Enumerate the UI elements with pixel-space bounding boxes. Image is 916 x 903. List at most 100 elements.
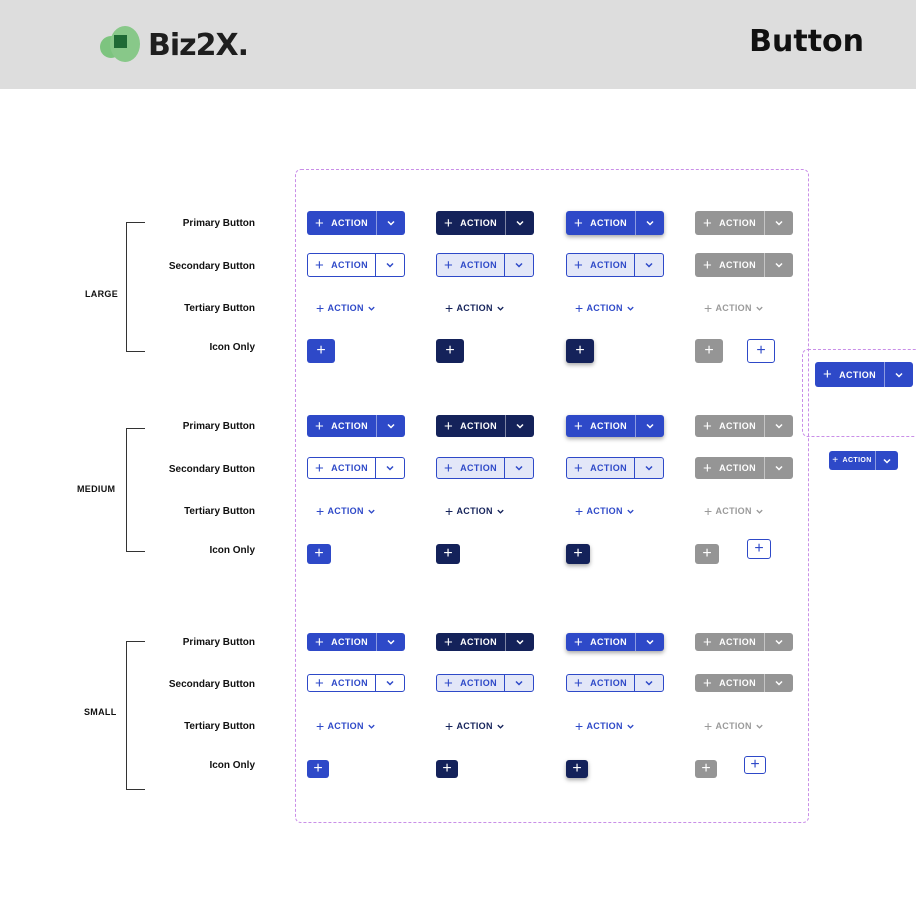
primary-button-medium-hover[interactable]: + ACTION bbox=[566, 415, 664, 437]
secondary-button-small-disabled[interactable]: + ACTION bbox=[695, 674, 793, 692]
icon-only-button-large-default[interactable]: + bbox=[307, 339, 335, 363]
icon-only-button-large-pressed[interactable]: + bbox=[436, 339, 464, 363]
tertiary-button-small-hover[interactable]: + ACTION bbox=[575, 719, 635, 733]
primary-button-large-hover[interactable]: + ACTION bbox=[566, 211, 664, 235]
button-main[interactable]: + ACTION bbox=[437, 458, 504, 478]
button-main[interactable]: + ACTION bbox=[436, 211, 505, 235]
icon-only-button-medium-default[interactable]: + bbox=[307, 544, 331, 564]
dropdown-toggle[interactable] bbox=[635, 211, 664, 235]
button-main[interactable]: + ACTION bbox=[567, 254, 634, 276]
primary-button-large-default[interactable]: + ACTION bbox=[307, 211, 405, 235]
button-main[interactable]: + ACTION bbox=[308, 254, 375, 276]
button-main[interactable]: + ACTION bbox=[566, 211, 635, 235]
primary-button-medium-pressed[interactable]: + ACTION bbox=[436, 415, 534, 437]
primary-button-large-disabled[interactable]: + ACTION bbox=[695, 211, 793, 235]
dropdown-toggle[interactable] bbox=[505, 633, 534, 651]
icon-only-button-large-hover[interactable]: + bbox=[566, 339, 594, 363]
secondary-button-medium-disabled[interactable]: + ACTION bbox=[695, 457, 793, 479]
button-main[interactable]: + ACTION bbox=[695, 253, 764, 277]
primary-button-small-pressed[interactable]: + ACTION bbox=[436, 633, 534, 651]
button-main[interactable]: + ACTION bbox=[436, 633, 505, 651]
dropdown-toggle[interactable] bbox=[634, 254, 663, 276]
tertiary-button-medium-disabled[interactable]: + ACTION bbox=[704, 504, 764, 518]
secondary-button-small-hover[interactable]: + ACTION bbox=[566, 674, 664, 692]
dropdown-toggle[interactable] bbox=[635, 633, 664, 651]
secondary-button-small-default[interactable]: + ACTION bbox=[307, 674, 405, 692]
primary-button-small-hover[interactable]: + ACTION bbox=[566, 633, 664, 651]
button-main[interactable]: + ACTION bbox=[567, 675, 634, 691]
icon-only-outline-button-small[interactable]: + bbox=[744, 756, 766, 774]
secondary-button-large-pressed[interactable]: + ACTION bbox=[436, 253, 534, 277]
dropdown-toggle[interactable] bbox=[764, 457, 793, 479]
secondary-button-large-default[interactable]: + ACTION bbox=[307, 253, 405, 277]
dropdown-toggle[interactable] bbox=[504, 254, 533, 276]
icon-only-outline-button-large[interactable]: + bbox=[747, 339, 775, 363]
dropdown-toggle[interactable] bbox=[634, 675, 663, 691]
tertiary-button-small-disabled[interactable]: + ACTION bbox=[704, 719, 764, 733]
icon-only-button-medium-pressed[interactable]: + bbox=[436, 544, 460, 564]
secondary-button-medium-hover[interactable]: + ACTION bbox=[566, 457, 664, 479]
button-main[interactable]: + ACTION bbox=[308, 458, 375, 478]
button-main[interactable]: + ACTION bbox=[436, 415, 505, 437]
button-main[interactable]: + ACTION bbox=[437, 254, 504, 276]
button-main[interactable]: + ACTION bbox=[695, 415, 764, 437]
icon-only-outline-button-medium[interactable]: + bbox=[747, 539, 771, 559]
tertiary-button-large-pressed[interactable]: + ACTION bbox=[445, 301, 505, 315]
button-main[interactable]: + ACTION bbox=[566, 415, 635, 437]
primary-button-sample-large[interactable]: + ACTION bbox=[815, 362, 913, 387]
secondary-button-large-disabled[interactable]: + ACTION bbox=[695, 253, 793, 277]
button-main[interactable]: + ACTION bbox=[815, 362, 884, 387]
dropdown-toggle[interactable] bbox=[376, 211, 405, 235]
dropdown-toggle[interactable] bbox=[634, 458, 663, 478]
dropdown-toggle[interactable] bbox=[504, 675, 533, 691]
primary-button-small-disabled[interactable]: + ACTION bbox=[695, 633, 793, 651]
tertiary-button-small-default[interactable]: + ACTION bbox=[316, 719, 376, 733]
secondary-button-medium-default[interactable]: + ACTION bbox=[307, 457, 405, 479]
dropdown-toggle[interactable] bbox=[884, 362, 913, 387]
dropdown-toggle[interactable] bbox=[764, 211, 793, 235]
dropdown-toggle[interactable] bbox=[376, 415, 405, 437]
dropdown-toggle[interactable] bbox=[375, 458, 404, 478]
primary-button-small-default[interactable]: + ACTION bbox=[307, 633, 405, 651]
secondary-button-large-hover[interactable]: + ACTION bbox=[566, 253, 664, 277]
dropdown-toggle[interactable] bbox=[764, 633, 793, 651]
button-main[interactable]: + ACTION bbox=[307, 211, 376, 235]
dropdown-toggle[interactable] bbox=[376, 633, 405, 651]
button-main[interactable]: + ACTION bbox=[307, 633, 376, 651]
icon-only-button-medium-disabled[interactable]: + bbox=[695, 544, 719, 564]
icon-only-button-small-hover[interactable]: + bbox=[566, 760, 588, 778]
tertiary-button-large-disabled[interactable]: + ACTION bbox=[704, 301, 764, 315]
tertiary-button-large-hover[interactable]: + ACTION bbox=[575, 301, 635, 315]
dropdown-toggle[interactable] bbox=[635, 415, 664, 437]
button-main[interactable]: + ACTION bbox=[695, 674, 764, 692]
dropdown-toggle[interactable] bbox=[505, 415, 534, 437]
dropdown-toggle[interactable] bbox=[875, 451, 898, 470]
primary-button-medium-disabled[interactable]: + ACTION bbox=[695, 415, 793, 437]
icon-only-button-large-disabled[interactable]: + bbox=[695, 339, 723, 363]
dropdown-toggle[interactable] bbox=[764, 253, 793, 277]
tertiary-button-small-pressed[interactable]: + ACTION bbox=[445, 719, 505, 733]
dropdown-toggle[interactable] bbox=[764, 674, 793, 692]
tertiary-button-medium-pressed[interactable]: + ACTION bbox=[445, 504, 505, 518]
secondary-button-small-pressed[interactable]: + ACTION bbox=[436, 674, 534, 692]
dropdown-toggle[interactable] bbox=[505, 211, 534, 235]
button-main[interactable]: + ACTION bbox=[566, 633, 635, 651]
dropdown-toggle[interactable] bbox=[375, 675, 404, 691]
button-main[interactable]: + ACTION bbox=[695, 211, 764, 235]
button-main[interactable]: + ACTION bbox=[437, 675, 504, 691]
icon-only-button-small-disabled[interactable]: + bbox=[695, 760, 717, 778]
primary-button-large-pressed[interactable]: + ACTION bbox=[436, 211, 534, 235]
icon-only-button-small-pressed[interactable]: + bbox=[436, 760, 458, 778]
button-main[interactable]: + ACTION bbox=[695, 633, 764, 651]
tertiary-button-large-default[interactable]: + ACTION bbox=[316, 301, 376, 315]
button-main[interactable]: + ACTION bbox=[567, 458, 634, 478]
icon-only-button-medium-hover[interactable]: + bbox=[566, 544, 590, 564]
dropdown-toggle[interactable] bbox=[504, 458, 533, 478]
tertiary-button-medium-default[interactable]: + ACTION bbox=[316, 504, 376, 518]
secondary-button-medium-pressed[interactable]: + ACTION bbox=[436, 457, 534, 479]
dropdown-toggle[interactable] bbox=[375, 254, 404, 276]
button-main[interactable]: + ACTION bbox=[308, 675, 375, 691]
tertiary-button-medium-hover[interactable]: + ACTION bbox=[575, 504, 635, 518]
button-main[interactable]: + ACTION bbox=[829, 451, 875, 470]
icon-only-button-small-default[interactable]: + bbox=[307, 760, 329, 778]
